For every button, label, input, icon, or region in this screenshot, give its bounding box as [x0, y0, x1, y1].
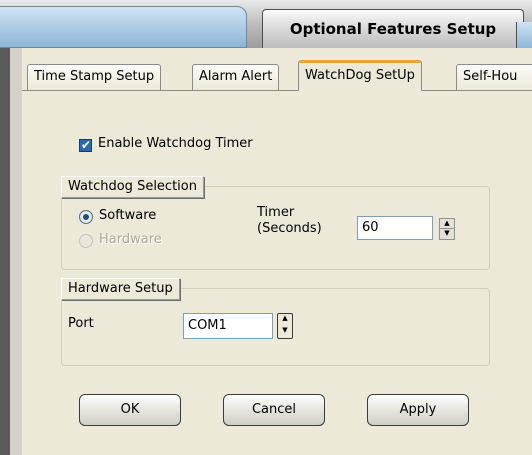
port-label: Port: [68, 316, 94, 331]
port-down-icon[interactable]: ▼: [278, 326, 292, 338]
tab-time-stamp-setup[interactable]: Time Stamp Setup: [27, 64, 162, 90]
port-input[interactable]: COM1: [183, 313, 273, 339]
timer-label-line1: Timer: [257, 205, 295, 220]
ok-button[interactable]: OK: [79, 394, 181, 426]
timer-seconds-input[interactable]: 60: [357, 216, 433, 240]
apply-button[interactable]: Apply: [367, 394, 469, 426]
port-up-icon[interactable]: ▲: [278, 314, 292, 326]
title-bar-decoration: [0, 6, 247, 48]
enable-watchdog-label[interactable]: Enable Watchdog Timer: [98, 136, 253, 151]
radio-dot-icon: [83, 214, 89, 220]
hardware-setup-label: Hardware Setup: [61, 278, 180, 300]
spin-down-icon[interactable]: ▼: [440, 229, 454, 239]
tab-strip-divider: [22, 90, 532, 91]
timer-spinner[interactable]: ▲ ▼: [439, 218, 455, 240]
hardware-radio: [79, 234, 93, 248]
software-label[interactable]: Software: [99, 208, 156, 223]
watchdog-selection-label: Watchdog Selection: [61, 176, 204, 198]
tab-self-hou[interactable]: Self-Hou: [456, 64, 532, 90]
title-bar-edge: [516, 22, 532, 48]
hardware-label: Hardware: [99, 232, 162, 247]
timer-label: Timer (Seconds): [257, 205, 322, 237]
window-frame-left: [0, 48, 10, 455]
cancel-button[interactable]: Cancel: [223, 394, 325, 426]
software-radio[interactable]: [79, 210, 93, 224]
enable-watchdog-checkbox[interactable]: ✔: [79, 138, 92, 152]
check-icon: ✔: [81, 138, 92, 152]
tab-alarm-alert[interactable]: Alarm Alert: [192, 64, 280, 90]
window-title: Optional Features Setup: [262, 9, 524, 48]
tab-watchdog-setup[interactable]: WatchDog SetUp: [298, 60, 422, 91]
spin-up-icon[interactable]: ▲: [440, 219, 454, 229]
timer-label-line2: (Seconds): [257, 221, 322, 236]
port-spinner[interactable]: ▲ ▼: [277, 313, 293, 339]
